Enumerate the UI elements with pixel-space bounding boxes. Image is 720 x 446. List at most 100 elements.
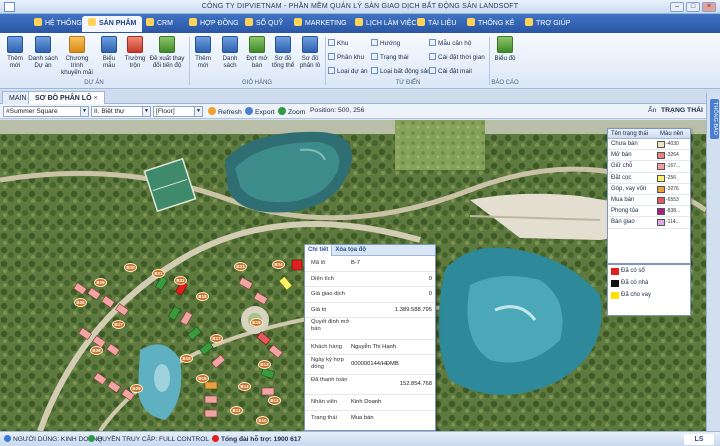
close-icon[interactable]: × [702,2,716,12]
legend-row[interactable]: Giữ chỗ -167... [608,161,690,173]
color-box [657,141,665,148]
merge-field-button[interactable]: Trường trộn [122,36,148,69]
template-icon [101,36,117,53]
dict-trang-thai[interactable]: Trạng thái [371,53,409,61]
floor-select[interactable]: [Floor] ▼ [153,106,203,117]
ribbon-separator [325,37,326,85]
lot-plan-button[interactable]: Sơ đồ phân lô [297,36,323,69]
tab-so-do-phan-lo[interactable]: SƠ ĐỒ PHÂN LÔ × [28,91,105,104]
maximize-icon[interactable]: □ [686,2,700,12]
block-select[interactable]: II. Biệt thự ▼ [91,106,151,117]
legend-row[interactable]: Mở bán -3264 [608,150,690,162]
dict-huong[interactable]: Hướng [371,39,400,47]
lot-label[interactable]: B25 [94,278,107,287]
promotion-button[interactable]: Chương trình khuyến mãi [60,36,94,76]
tab-he-thong[interactable]: HỆ THỐNG [28,16,88,32]
add-project-button[interactable]: Thêm mới [2,36,28,69]
lot-label[interactable]: B19 [250,318,263,327]
detail-row-gia-giao-dich: Giá giao dịch 0 [305,287,435,303]
legend-row[interactable]: Bàn giao -114... [608,217,690,229]
detail-row-trang-thai: Trạng thái Mua bán [311,415,374,421]
export-button[interactable]: Export [245,107,275,116]
dict-phan-khu[interactable]: Phân khu [328,53,364,61]
tab-xoa-toa-do[interactable]: Xóa tọa độ [332,245,369,256]
refresh-button[interactable]: Refresh [208,107,242,116]
dict-loai-du-an[interactable]: Loại dự án [328,67,368,75]
zoom-button[interactable]: Zoom [278,107,305,116]
color-box [657,208,665,216]
legend-row[interactable]: Mua bán -6553 [608,195,690,207]
detail-row-quyet-dinh: Quyết định mở bán [305,318,435,340]
tab-thong-ke[interactable]: THỐNG KÊ [461,16,521,32]
cart-list-button[interactable]: Danh sách [216,36,244,69]
notification-tab[interactable]: THÔNG BÁO [710,99,719,139]
lot-label[interactable]: B14 [238,382,251,391]
sale-phase-button[interactable]: Đợt mở bán [245,36,269,69]
logo-icon: LS [684,434,714,445]
lot-label[interactable]: B11 [230,406,243,415]
lot-label[interactable]: B20 [124,263,137,272]
lot-label[interactable]: B28 [90,346,103,355]
legend-row[interactable]: Chưa bán -4030 [608,139,690,151]
tab-crm[interactable]: CRM [140,16,179,32]
add-cart-button[interactable]: Thêm mới [191,36,215,69]
project-select[interactable]: #Summer Square ▼ [3,106,89,117]
merge-field-icon [127,36,143,53]
lot-label[interactable]: B15 [196,374,209,383]
chart-button[interactable]: Biểu đồ [492,36,518,62]
lot-label[interactable]: B29 [130,384,143,393]
legend-header-name: Tên trạng thái [611,131,649,137]
tab-marketing[interactable]: MARKETING [288,16,353,32]
master-plan-button[interactable]: Sơ đồ tổng thể [270,36,296,69]
lot-label[interactable]: B21 [152,269,165,278]
lot-label[interactable]: B27 [112,320,125,329]
schedule-change-button[interactable]: Đề xuất thay đổi tiến độ [148,36,186,69]
dict-cai-dat-mail[interactable]: Cài đặt mail [429,67,472,75]
window-title: CÔNG TY DIPVIETNAM - PHẦN MỀM QUẢN LÝ SÀ… [201,3,519,10]
legend-row[interactable]: Đặt cọc -256 [608,173,690,184]
lot-label[interactable]: B10 [256,416,269,425]
lot-label[interactable]: B17 [210,334,223,343]
tab-chi-tiet[interactable]: Chi tiết [305,245,333,256]
dict-loai-bds[interactable]: Loại bất động sản [371,67,431,75]
minimize-icon[interactable]: – [670,2,684,12]
lot-label[interactable]: B22 [174,276,187,285]
detail-tabs: Chi tiết Xóa tọa độ [305,245,435,256]
calendar-icon [355,18,363,26]
legend-row[interactable]: Góp, vay vốn -3276 [608,184,690,195]
tab-hop-dong[interactable]: HỢP ĐỒNG [183,16,245,32]
lot-label[interactable]: B23 [234,262,247,271]
lot-label[interactable]: B13 [258,360,271,369]
dictionary-icon [328,39,335,46]
notification-side-panel: THÔNG BÁO [706,93,720,431]
lot-label[interactable]: B16 [180,354,193,363]
product-icon [88,18,96,26]
group-bao-cao-label: BÁO CÁO [491,80,519,86]
mail-icon [429,67,436,74]
cashbook-icon [245,18,253,26]
project-list-button[interactable]: Danh sách Dự án [28,36,58,69]
dict-cai-dat-thoi-gian[interactable]: Cài đặt thời gian [429,53,485,61]
dict-mau-can-ho[interactable]: Mẫu căn hộ [429,39,471,47]
close-tab-icon[interactable]: × [93,95,97,102]
export-icon [245,107,253,115]
lot-label[interactable]: B24 [272,260,285,269]
legend-header: Tên trạng thái Màu nền [608,129,690,139]
color-swatch: -114... [656,219,689,227]
lot-label[interactable]: B12 [268,396,281,405]
lot-label[interactable]: B18 [196,292,209,301]
template-button[interactable]: Biểu mẫu [96,36,122,69]
tab-tro-giup[interactable]: TRỢ GIÚP [519,16,576,32]
legend-row[interactable]: Phong tỏa -838... [608,206,690,218]
lot-label[interactable]: B26 [74,298,87,307]
flag-legend: Đã có sổ Đã có nhà Đã cho vay [607,264,691,316]
tab-san-pham[interactable]: SẢN PHẨM [82,16,143,32]
tab-tai-lieu[interactable]: TÀI LIỆU [411,16,462,32]
color-box [657,163,665,171]
grid-icon [222,36,238,53]
user-icon [4,435,11,442]
hide-toggle[interactable]: Ẩn [648,107,656,114]
color-box [611,268,619,275]
tab-so-quy[interactable]: SỔ QUỸ [239,16,289,32]
dict-khu[interactable]: Khu [328,39,348,47]
